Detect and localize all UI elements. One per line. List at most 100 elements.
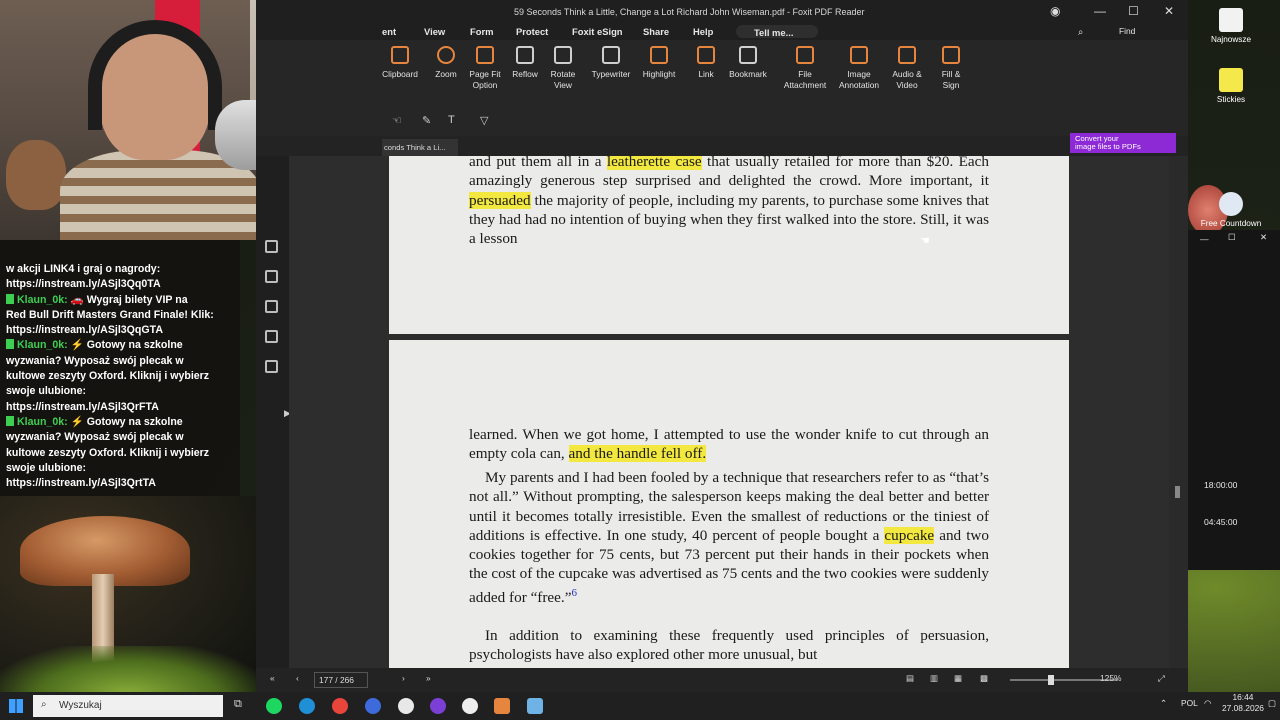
chevron-down-icon[interactable]: ▽ [480,114,488,127]
menu-tab-form[interactable]: Form [470,26,493,37]
cover-icon[interactable]: ▩ [980,673,988,683]
file-attachment-button[interactable]: File Attachment [783,46,827,91]
status-bar: « ‹ 177 / 266 › » ▤ ▥ ▦ ▩ 125% ⤢ [256,668,1188,692]
document-tab[interactable]: conds Think a Li... [382,139,458,156]
last-page-icon[interactable]: » [426,673,431,683]
close-button[interactable]: ✕ [1164,4,1174,18]
zoom-button[interactable]: Zoom [430,46,462,80]
signature-icon[interactable] [265,360,278,373]
app-icon[interactable] [398,698,414,714]
pen-icon[interactable]: ✎ [422,114,431,127]
clock[interactable]: 16:44 27.08.2026 [1222,692,1264,714]
foxit-taskbar-icon[interactable] [494,698,510,714]
convert-banner[interactable]: Convert your image files to PDFs [1070,133,1176,153]
menu-tab-share[interactable]: Share [643,26,669,37]
ribbon-label: Reflow [512,69,538,79]
text-tool-icon[interactable]: T [448,114,455,126]
chrome-icon[interactable] [332,698,348,714]
notifications-icon[interactable]: ▢ [1268,698,1276,708]
spotify-icon[interactable] [266,698,282,714]
left-panel: ▶ [256,156,291,668]
facing-icon[interactable]: ▦ [954,673,962,683]
chat-text: swoje ulubione: [6,385,87,398]
clipboard-button[interactable]: Clipboard [382,46,418,80]
desktop-icon-najnowsze[interactable]: Najnowsze [1196,8,1266,44]
desktop-icon-free-countdown[interactable]: Free Countdown [1196,192,1266,228]
taskbar-search[interactable]: ⌕ Wyszukaj [33,695,223,717]
task-view-icon[interactable]: ⧉ [234,698,242,711]
rotate-view-button[interactable]: Rotate View [546,46,580,91]
audio-video-button[interactable]: Audio & Video [890,46,924,91]
audio-video-icon [898,46,916,64]
desktop-icon-stickies[interactable]: Stickies [1196,68,1266,104]
first-page-icon[interactable]: « [270,673,275,683]
reflow-button[interactable]: Reflow [508,46,542,80]
highlight-annotation[interactable]: and the handle fell off. [568,445,707,463]
bookmark-button[interactable]: Bookmark [728,46,768,80]
single-page-icon[interactable]: ▤ [906,673,914,683]
maximize-button[interactable]: ☐ [1228,232,1236,243]
highlight-annotation[interactable]: leatherette case [606,156,702,170]
footnote-link[interactable]: 6 [571,587,577,599]
windows-start-icon[interactable] [9,699,23,713]
cursor-icon: ☚ [920,235,930,247]
page-number-input[interactable]: 177 / 266 [314,672,368,688]
minimize-button[interactable]: — [1094,4,1106,18]
discord-icon[interactable] [430,698,446,714]
zoom-slider-thumb[interactable] [1048,675,1054,685]
layers-icon[interactable] [265,270,278,283]
image-annotation-button[interactable]: Image Annotation [837,46,881,91]
highlight-annotation[interactable]: cupcake [884,526,935,544]
browser-icon[interactable] [365,698,381,714]
scrollbar-thumb[interactable] [1175,486,1180,498]
fullscreen-icon[interactable]: ⤢ [1158,673,1165,684]
chat-message: Klaun_0k: ⚡ Gotowy na szkolne [6,338,234,353]
maximize-button[interactable]: ☐ [1128,4,1139,18]
close-button[interactable]: ✕ [1260,232,1267,243]
app-icon[interactable] [527,698,543,714]
wifi-icon[interactable]: ◠ [1204,698,1211,708]
menu-tab-comment[interactable]: ent [382,26,396,37]
highlight-annotation[interactable]: persuaded [469,191,531,209]
document-viewport: and put them all in a leatherette case t… [289,156,1169,668]
menu-tab-help[interactable]: Help [693,26,713,37]
minimize-button[interactable]: — [1200,234,1209,244]
vertical-scrollbar[interactable] [1169,156,1188,668]
ribbon-label: Fill & Sign [941,69,961,90]
tray-chevron-icon[interactable]: ⌃ [1160,698,1167,708]
attachments-icon[interactable] [265,300,278,313]
fill-sign-button[interactable]: Fill & Sign [936,46,966,91]
menu-tab-esign[interactable]: Foxit eSign [572,26,623,37]
chat-text: wyzwania? Wyposaż swój plecak w [6,431,184,444]
typewriter-button[interactable]: Typewriter [590,46,632,80]
foxit-window: 59 Seconds Think a Little, Change a Lot … [256,0,1188,692]
highlight-button[interactable]: Highlight [640,46,678,80]
security-icon[interactable] [265,330,278,343]
link-button[interactable]: Link [692,46,720,80]
edge-icon[interactable] [299,698,315,714]
next-page-icon[interactable]: › [402,673,405,683]
desktop-icon-label: Free Countdown [1200,219,1262,228]
tell-me-box[interactable]: Tell me... [736,25,818,38]
find-label[interactable]: Find [1119,26,1135,36]
quick-toolbar: ☜ ✎ T ▽ [256,106,1188,136]
app-icon[interactable] [462,698,478,714]
text-run: and put them all in a [469,156,607,170]
search-icon[interactable]: ⌕ [1078,26,1083,38]
continuous-icon[interactable]: ▥ [930,673,938,683]
hand-tool-icon[interactable]: ☜ [392,114,402,127]
zoom-level[interactable]: 125% [1100,673,1121,683]
menu-tab-protect[interactable]: Protect [516,26,548,37]
menu-bar: ent View Form Protect Foxit eSign Share … [256,24,1188,40]
typewriter-icon [602,46,620,64]
link-icon [697,46,715,64]
pages-icon[interactable] [265,240,278,253]
window-title: 59 Seconds Think a Little, Change a Lot … [514,7,865,17]
menu-tab-view[interactable]: View [424,26,445,37]
page-indicator: 177 / 266 [319,675,354,685]
folder-icon [1219,8,1243,32]
language-indicator[interactable]: POL [1181,698,1198,708]
account-icon[interactable]: ◉ [1050,4,1060,18]
prev-page-icon[interactable]: ‹ [296,673,299,683]
page-fit-button[interactable]: Page Fit Option [468,46,502,91]
